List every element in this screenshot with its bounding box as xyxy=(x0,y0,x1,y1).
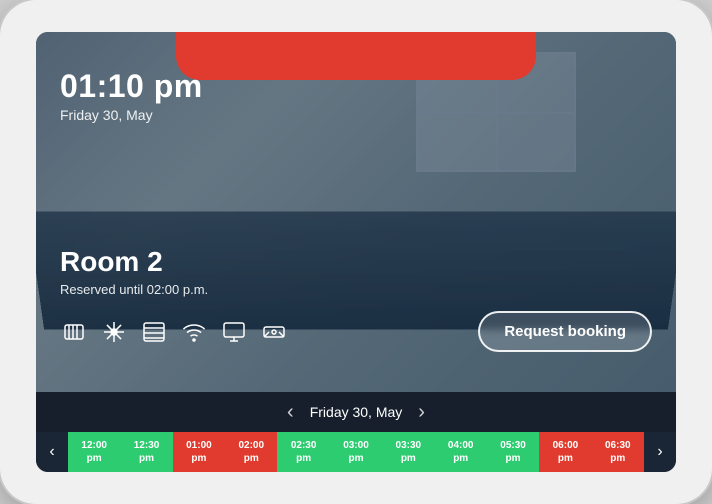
main-content-area: 01:10 pm Friday 30, May Room 2 Reserved … xyxy=(36,32,676,392)
content-overlay: 01:10 pm Friday 30, May Room 2 Reserved … xyxy=(36,32,676,392)
projector-icon xyxy=(260,318,288,346)
device-frame: 01:10 pm Friday 30, May Room 2 Reserved … xyxy=(0,0,712,504)
ventilation-icon xyxy=(140,318,168,346)
time-slot-8[interactable]: 05:30pm xyxy=(487,432,539,472)
request-booking-button[interactable]: Request booking xyxy=(478,311,652,352)
ac-icon xyxy=(100,318,128,346)
wifi-icon xyxy=(180,318,208,346)
time-slot-2[interactable]: 01:00pm xyxy=(173,432,225,472)
bottom-row: Request booking xyxy=(60,311,652,352)
room-status: Reserved until 02:00 p.m. xyxy=(60,282,652,297)
room-name: Room 2 xyxy=(60,246,652,278)
timeline-slots: 12:00pm12:30pm01:00pm02:00pm02:30pm03:00… xyxy=(68,432,644,472)
next-date-arrow[interactable]: › xyxy=(414,401,429,424)
device-inner: 01:10 pm Friday 30, May Room 2 Reserved … xyxy=(36,32,676,472)
screen-icon xyxy=(220,318,248,346)
current-date: Friday 30, May xyxy=(60,107,652,123)
time-slot-10[interactable]: 06:30pm xyxy=(592,432,644,472)
prev-date-arrow[interactable]: ‹ xyxy=(283,401,298,424)
time-slot-3[interactable]: 02:00pm xyxy=(225,432,277,472)
time-slot-6[interactable]: 03:30pm xyxy=(382,432,434,472)
time-slot-4[interactable]: 02:30pm xyxy=(277,432,329,472)
time-slot-0[interactable]: 12:00pm xyxy=(68,432,120,472)
time-slot-9[interactable]: 06:00pm xyxy=(539,432,591,472)
date-navigation: ‹ Friday 30, May › xyxy=(36,392,676,432)
timeline-prev-arrow[interactable]: ‹ xyxy=(36,432,68,472)
timeline: ‹ 12:00pm12:30pm01:00pm02:00pm02:30pm03:… xyxy=(36,432,676,472)
top-bar xyxy=(176,32,536,80)
heating-icon xyxy=(60,318,88,346)
time-slot-5[interactable]: 03:00pm xyxy=(330,432,382,472)
nav-date-label: Friday 30, May xyxy=(310,404,403,420)
time-slot-1[interactable]: 12:30pm xyxy=(120,432,172,472)
time-slot-7[interactable]: 04:00pm xyxy=(435,432,487,472)
amenities-row xyxy=(60,318,288,346)
room-info: Room 2 Reserved until 02:00 p.m. xyxy=(60,246,652,372)
timeline-next-arrow[interactable]: › xyxy=(644,432,676,472)
